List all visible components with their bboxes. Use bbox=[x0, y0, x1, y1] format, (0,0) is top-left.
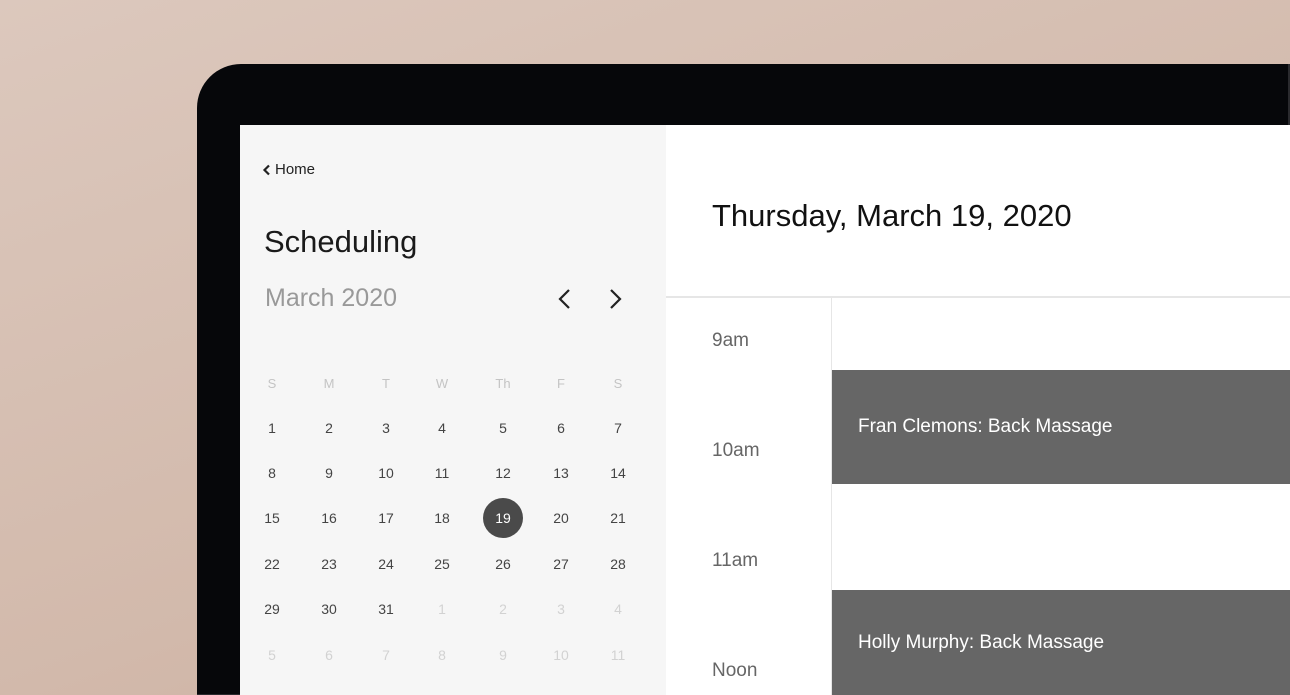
back-home-link[interactable]: Home bbox=[262, 161, 315, 178]
calendar-day[interactable]: 29 bbox=[252, 589, 292, 629]
calendar-day[interactable]: 20 bbox=[541, 498, 581, 538]
calendar-day[interactable]: 21 bbox=[598, 498, 638, 538]
calendar-day[interactable]: 1 bbox=[422, 589, 462, 629]
calendar-day[interactable]: 8 bbox=[252, 453, 292, 493]
calendar-day[interactable]: 7 bbox=[366, 635, 406, 675]
calendar-day[interactable]: 22 bbox=[252, 544, 292, 584]
chevron-left-icon bbox=[262, 164, 270, 175]
time-label: 11am bbox=[712, 550, 759, 571]
calendar-day[interactable]: 23 bbox=[309, 544, 349, 584]
calendar-day[interactable]: 30 bbox=[309, 589, 349, 629]
weekday-header: Th bbox=[495, 375, 511, 391]
appointment-block[interactable]: Fran Clemons: Back Massage bbox=[832, 370, 1290, 484]
page-title: Scheduling bbox=[264, 224, 418, 259]
next-month-button[interactable] bbox=[600, 285, 630, 315]
calendar-day[interactable]: 2 bbox=[483, 589, 523, 629]
calendar-day[interactable]: 16 bbox=[309, 498, 349, 538]
calendar-day[interactable]: 1 bbox=[252, 408, 292, 448]
calendar-day[interactable]: 5 bbox=[483, 408, 523, 448]
weekday-header: T bbox=[382, 375, 390, 391]
calendar-day[interactable]: 31 bbox=[366, 589, 406, 629]
chevron-left-icon bbox=[558, 289, 570, 309]
header-divider bbox=[666, 296, 1290, 298]
calendar-day[interactable]: 27 bbox=[541, 544, 581, 584]
appointment-label: Fran Clemons: Back Massage bbox=[858, 416, 1113, 437]
chevron-right-icon bbox=[610, 289, 622, 309]
calendar-day[interactable]: 12 bbox=[483, 453, 523, 493]
weekday-header: W bbox=[435, 375, 449, 391]
calendar-day[interactable]: 6 bbox=[541, 408, 581, 448]
calendar-day[interactable]: 15 bbox=[252, 498, 292, 538]
calendar-day[interactable]: 3 bbox=[366, 408, 406, 448]
calendar-day[interactable]: 11 bbox=[598, 635, 638, 675]
calendar-day[interactable]: 6 bbox=[309, 635, 349, 675]
time-label: 10am bbox=[712, 440, 760, 461]
weekday-header: F bbox=[557, 375, 565, 391]
calendar-day[interactable]: 13 bbox=[541, 453, 581, 493]
calendar-day[interactable]: 2 bbox=[309, 408, 349, 448]
calendar-day[interactable]: 17 bbox=[366, 498, 406, 538]
calendar-day[interactable]: 25 bbox=[422, 544, 462, 584]
month-label: March 2020 bbox=[265, 284, 398, 312]
calendar-day[interactable]: 5 bbox=[252, 635, 292, 675]
calendar-day[interactable]: 28 bbox=[598, 544, 638, 584]
time-label: Noon bbox=[712, 660, 758, 681]
sidebar: Home Scheduling March 2020 S M T W Th F S 1 2 3 4 5… bbox=[240, 125, 666, 695]
weekday-header: S bbox=[613, 375, 623, 391]
calendar-day[interactable]: 4 bbox=[598, 589, 638, 629]
calendar-day[interactable]: 11 bbox=[422, 453, 462, 493]
weekday-header: S bbox=[267, 375, 277, 391]
calendar-day[interactable]: 18 bbox=[422, 498, 462, 538]
calendar-day[interactable]: 10 bbox=[366, 453, 406, 493]
calendar-day[interactable]: 9 bbox=[483, 635, 523, 675]
appointment-block[interactable]: Holly Murphy: Back Massage bbox=[832, 590, 1290, 695]
selected-date-title: Thursday, March 19, 2020 bbox=[712, 198, 1072, 233]
calendar-day-selected[interactable]: 19 bbox=[483, 498, 523, 538]
calendar-day[interactable]: 3 bbox=[541, 589, 581, 629]
calendar-day[interactable]: 7 bbox=[598, 408, 638, 448]
appointment-label: Holly Murphy: Back Massage bbox=[858, 631, 1105, 653]
prev-month-button[interactable] bbox=[550, 285, 580, 315]
back-label: Home bbox=[275, 161, 316, 178]
weekday-header: M bbox=[323, 375, 335, 391]
calendar-day[interactable]: 9 bbox=[309, 453, 349, 493]
calendar-day[interactable]: 8 bbox=[422, 635, 462, 675]
calendar-day[interactable]: 14 bbox=[598, 453, 638, 493]
calendar-day[interactable]: 10 bbox=[541, 635, 581, 675]
calendar-day[interactable]: 24 bbox=[366, 544, 406, 584]
calendar-day[interactable]: 4 bbox=[422, 408, 462, 448]
calendar-day[interactable]: 26 bbox=[483, 544, 523, 584]
time-label: 9am bbox=[712, 330, 749, 351]
screen: Home Scheduling March 2020 S M T W Th F S 1 2 3 4 5… bbox=[240, 125, 1290, 695]
